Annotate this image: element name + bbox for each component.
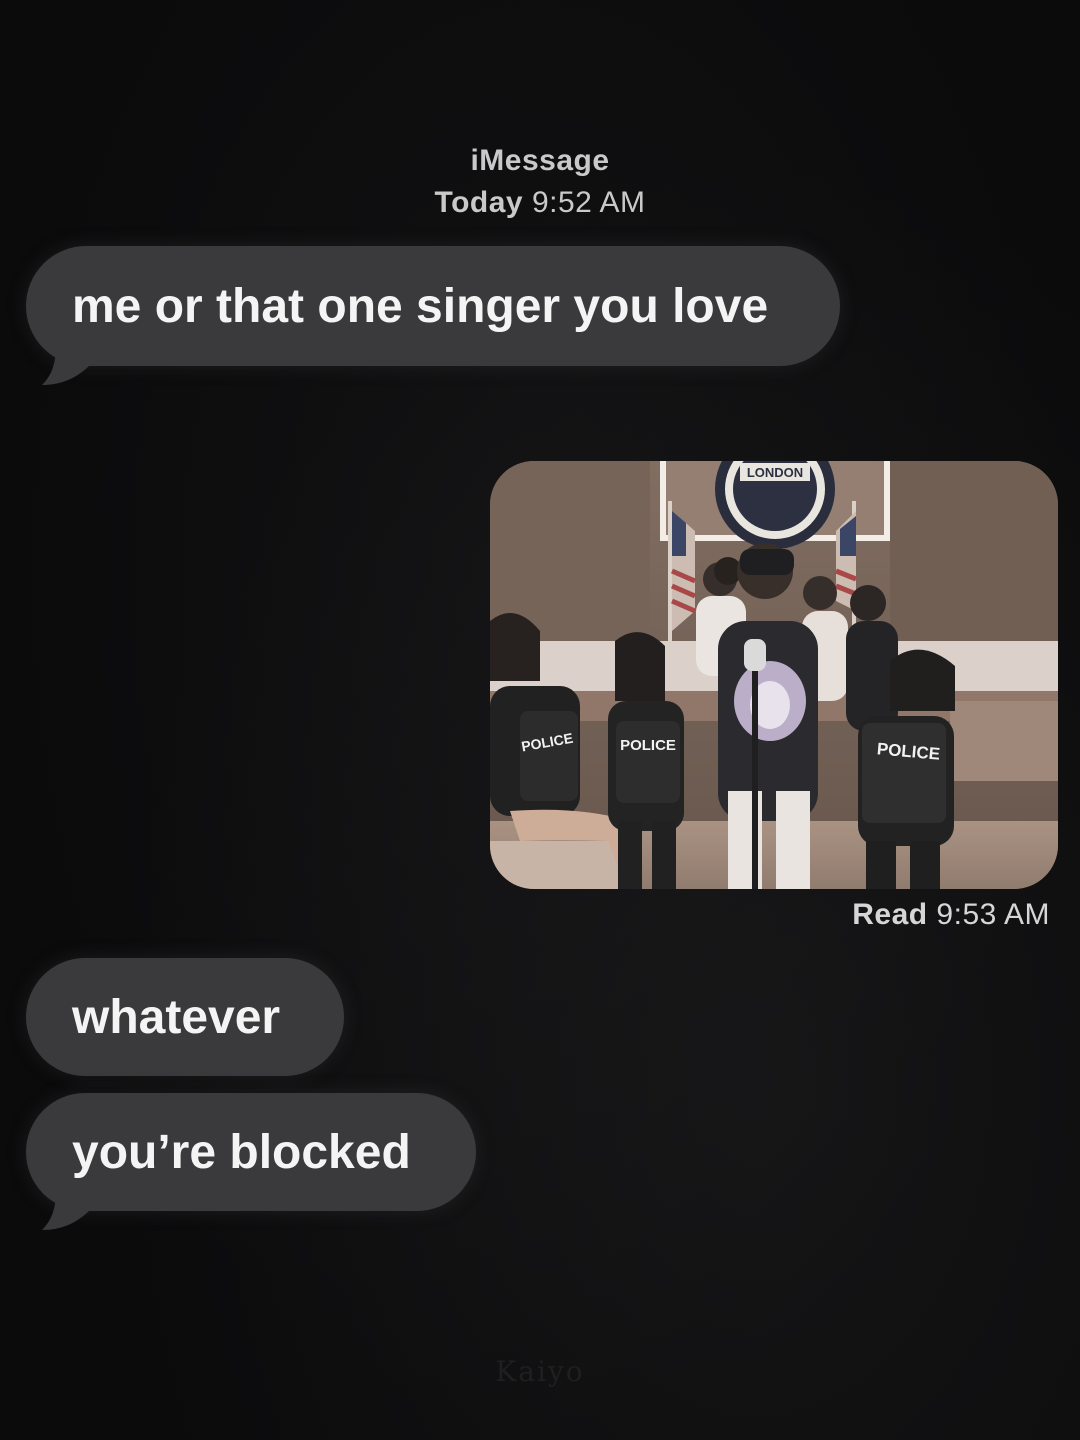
conversation-header: iMessage Today 9:52 AM xyxy=(0,140,1080,224)
message-text: me or that one singer you love xyxy=(72,279,769,333)
read-receipt-label: Read xyxy=(852,898,928,931)
read-receipt-time: 9:53 AM xyxy=(936,898,1050,931)
bubble-tail-icon xyxy=(42,345,90,385)
timestamp: Today 9:52 AM xyxy=(0,182,1080,224)
photo-image: LONDON POLICE POLICE POLICE xyxy=(490,461,1058,889)
watermark: Kaiyo xyxy=(495,1355,585,1388)
timestamp-time: 9:52 AM xyxy=(531,186,646,219)
message-text: you’re blocked xyxy=(72,1125,411,1179)
message-bubble-incoming[interactable]: whatever xyxy=(26,958,344,1076)
timestamp-day: Today xyxy=(434,186,524,219)
read-receipt: Read 9:53 AM xyxy=(852,898,1050,932)
message-text: whatever xyxy=(72,990,281,1044)
photo-attachment[interactable]: LONDON POLICE POLICE POLICE xyxy=(490,461,1058,889)
service-label: iMessage xyxy=(470,144,610,177)
bubble-tail-icon xyxy=(42,1190,90,1230)
message-bubble-incoming[interactable]: me or that one singer you love xyxy=(26,246,840,366)
